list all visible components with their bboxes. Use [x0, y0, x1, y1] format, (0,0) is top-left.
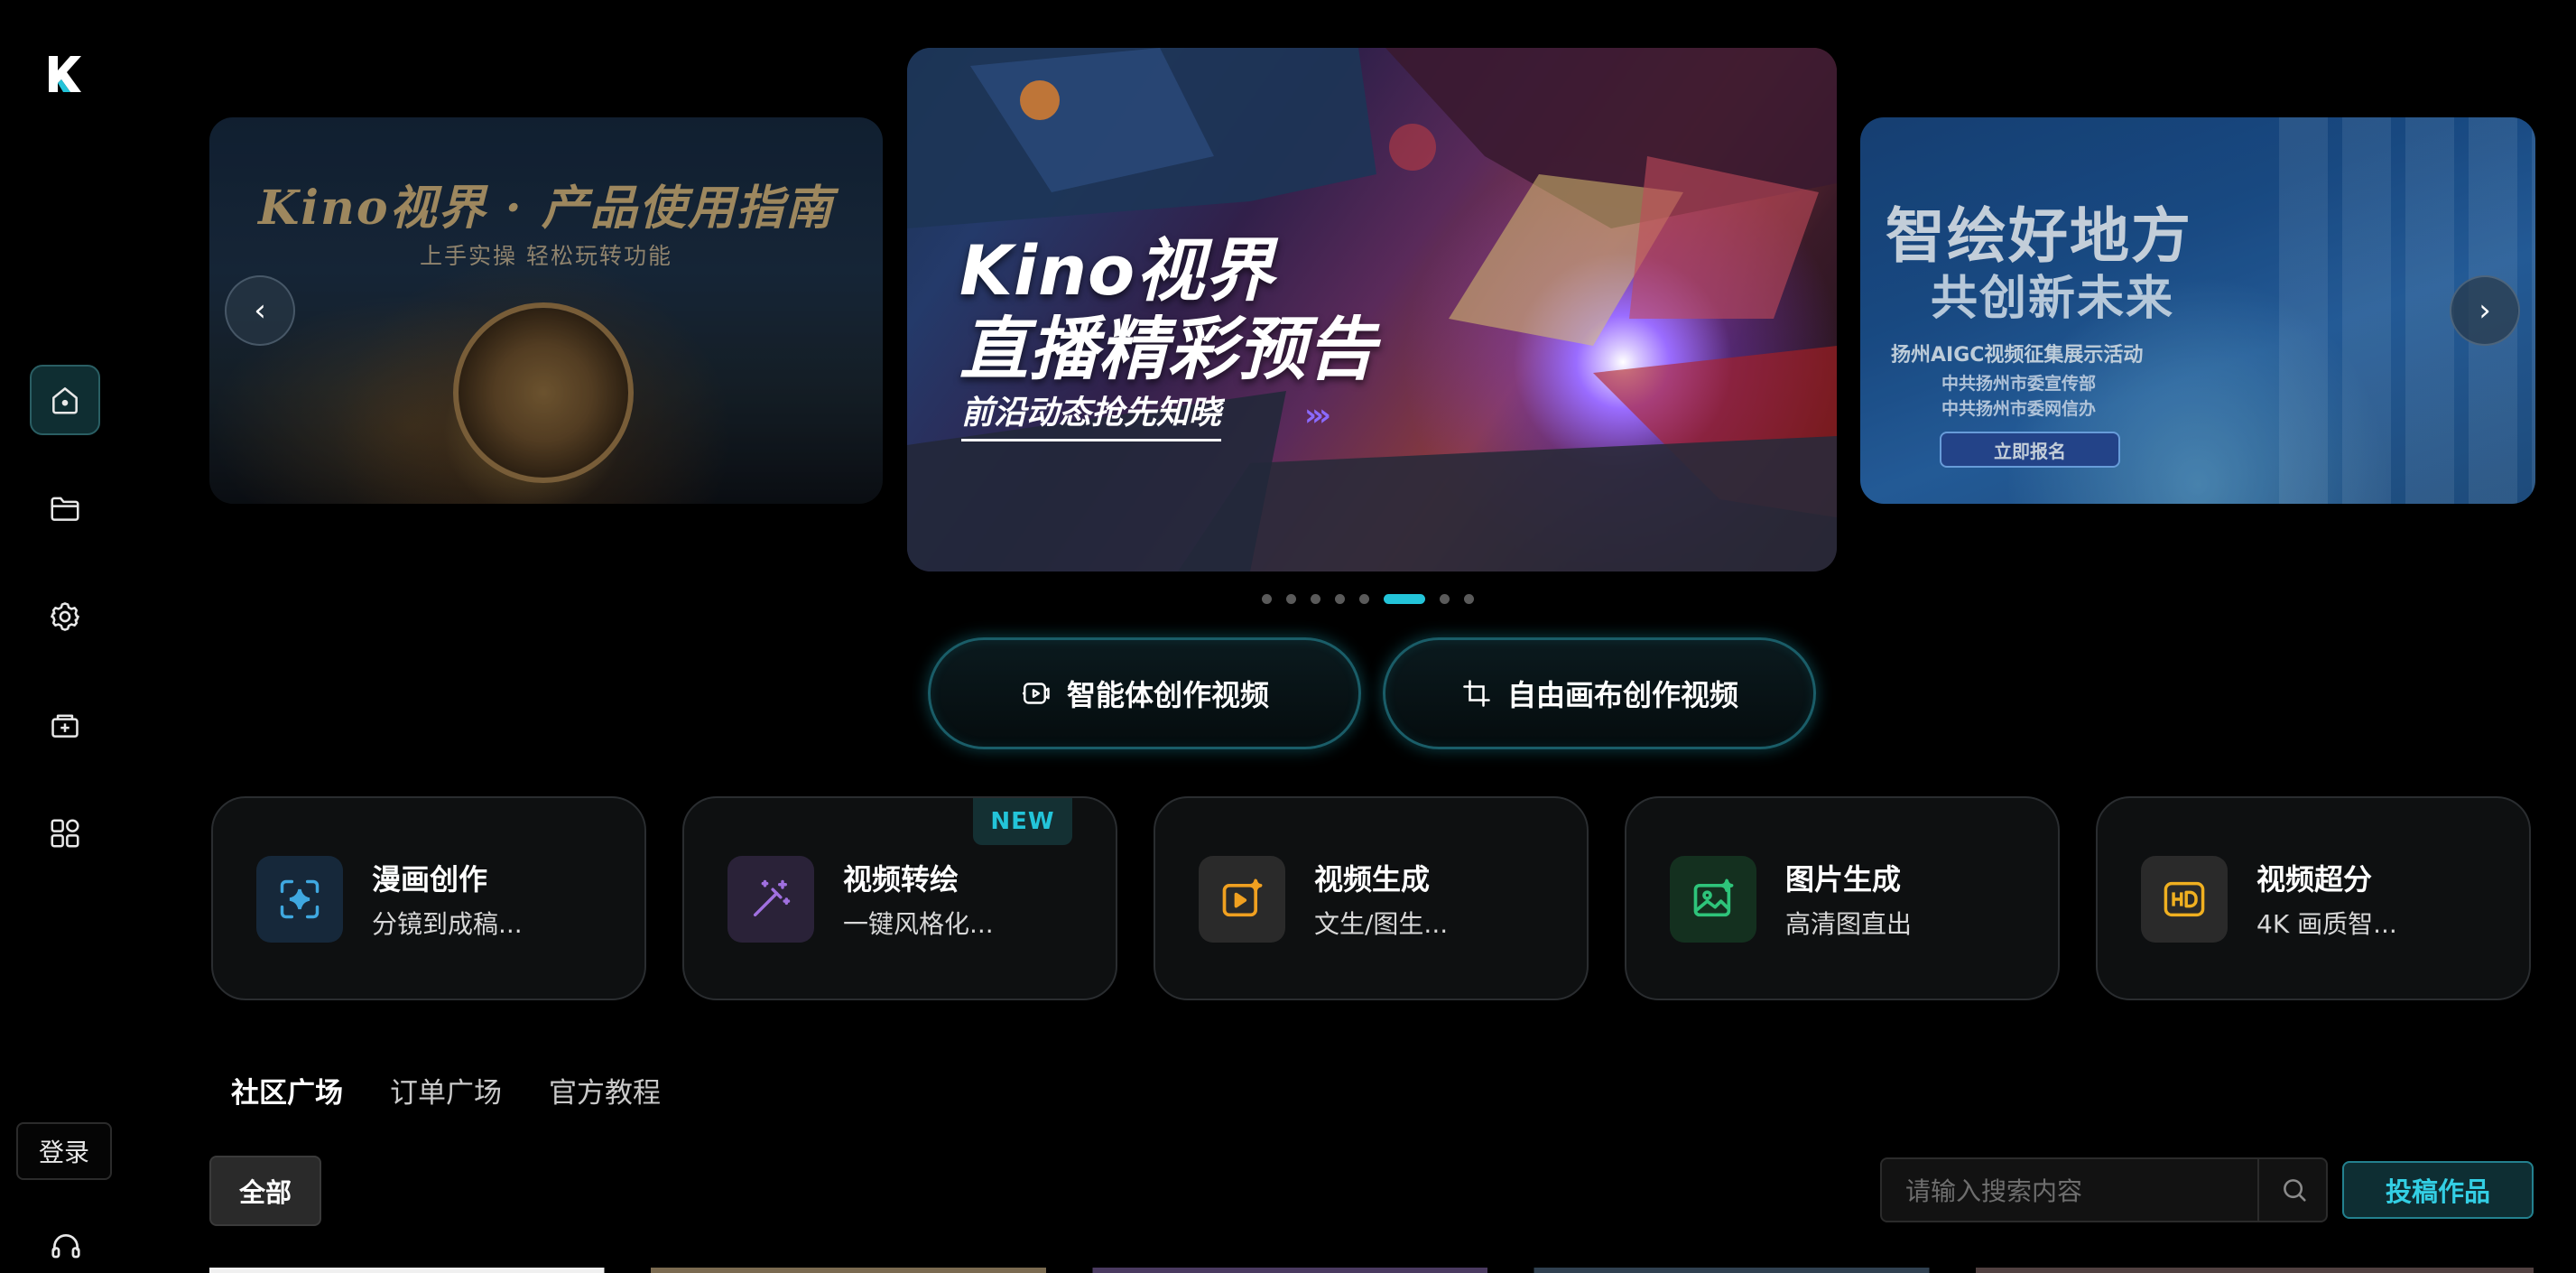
tab-orders[interactable]: 订单广场 — [390, 1070, 502, 1110]
carousel-dot[interactable] — [1464, 594, 1474, 604]
feature-card-image-gen[interactable]: 图片生成 高清图直出 — [1625, 796, 2060, 1000]
agent-create-video-button[interactable]: 智能体创作视频 — [928, 637, 1361, 749]
carousel-dot[interactable] — [1262, 594, 1272, 604]
home-icon — [52, 387, 78, 414]
carousel-next-button[interactable]: › — [2450, 275, 2520, 346]
feature-icon-bg — [1199, 856, 1285, 943]
sidebar-item-home[interactable] — [30, 365, 100, 435]
slide-title-line2: 直播精彩预告 — [959, 309, 1376, 389]
carousel-slide-aigc-event[interactable]: 智绘好地方 共创新未来 扬州AIGC视频征集展示活动 中共扬州市委宣传部 中共扬… — [1860, 117, 2535, 504]
feature-title: 视频转绘 — [843, 862, 959, 897]
hd-icon — [2164, 881, 2205, 917]
tab-tutorials[interactable]: 官方教程 — [549, 1070, 661, 1110]
slide-subtitle: 上手实操 轻松玩转功能 — [420, 243, 672, 269]
slide-subtitle: 前沿动态抢先知晓 — [961, 386, 1222, 441]
sidebar-item-folder[interactable] — [30, 473, 100, 544]
carousel-dot[interactable] — [1359, 594, 1369, 604]
image-icon — [1693, 878, 1734, 917]
feature-card-video-repaint[interactable]: NEW 视频转绘 一键风格化... — [682, 796, 1117, 1000]
chevron-left-icon: ‹ — [254, 293, 266, 329]
feature-icon-bg — [1670, 856, 1756, 943]
search-icon[interactable] — [2279, 1175, 2310, 1205]
feature-icon-bg — [2141, 856, 2228, 943]
carousel-dot[interactable] — [1311, 594, 1320, 604]
carousel-dot[interactable] — [1384, 594, 1425, 604]
video-agent-icon — [1022, 683, 1050, 704]
new-badge: NEW — [973, 798, 1072, 845]
feature-title: 漫画创作 — [372, 862, 488, 897]
filter-all-button[interactable]: 全部 — [209, 1156, 321, 1226]
chevrons-decoration: ››› — [1304, 397, 1331, 433]
chevron-right-icon: › — [2479, 293, 2491, 329]
feature-subtitle: 文生/图生... — [1314, 909, 1449, 939]
content-grid-preview — [209, 1268, 2534, 1273]
canvas-create-video-button[interactable]: 自由画布创作视频 — [1383, 637, 1816, 749]
sidebar-item-settings[interactable] — [30, 581, 100, 652]
folder-icon — [51, 497, 79, 521]
feature-subtitle: 高清图直出 — [1785, 909, 1913, 939]
video-sparkle-icon — [1222, 878, 1263, 917]
carousel-slide-live-preview[interactable]: Kino视界 直播精彩预告 前沿动态抢先知晓 ››› — [907, 48, 1837, 571]
mode-label: 自由画布创作视频 — [1506, 678, 1738, 712]
slide-line2: 中共扬州市委宣传部 — [1941, 374, 2097, 394]
feature-icon-bg — [256, 856, 343, 943]
feature-subtitle: 分镜到成稿... — [372, 909, 523, 939]
kino-logo[interactable] — [43, 52, 87, 96]
headset-support-icon[interactable] — [49, 1230, 83, 1264]
register-button[interactable]: 立即报名 — [1940, 432, 2120, 468]
search-box — [1880, 1157, 2328, 1222]
carousel-prev-button[interactable]: ‹ — [225, 275, 295, 346]
search-input[interactable] — [1904, 1159, 2250, 1222]
magic-wand-icon — [753, 879, 791, 917]
slide-line1: 扬州AIGC视频征集展示活动 — [1891, 344, 2144, 367]
sparkle-frame-icon — [280, 879, 320, 919]
mode-label: 智能体创作视频 — [1066, 678, 1269, 712]
carousel-dot[interactable] — [1335, 594, 1345, 604]
login-button[interactable]: 登录 — [16, 1122, 112, 1180]
carousel-dots — [1262, 594, 1474, 604]
feature-card-video-upscale[interactable]: 视频超分 4K 画质智... — [2096, 796, 2531, 1000]
feature-title: 图片生成 — [1785, 862, 1902, 897]
add-box-icon — [51, 714, 79, 738]
compass-image — [453, 302, 634, 483]
slide-title-line2: 共创新未来 — [1931, 272, 2175, 326]
feature-card-video-gen[interactable]: 视频生成 文生/图生... — [1154, 796, 1589, 1000]
sidebar-item-apps[interactable] — [30, 798, 100, 869]
submit-work-button[interactable]: 投稿作品 — [2342, 1161, 2534, 1219]
apps-grid-icon — [51, 819, 79, 848]
slide-line3: 中共扬州市委网信办 — [1941, 399, 2097, 419]
carousel-dot[interactable] — [1440, 594, 1450, 604]
gear-icon — [51, 602, 79, 631]
feature-subtitle: 一键风格化... — [843, 909, 994, 939]
feature-title: 视频超分 — [2256, 862, 2373, 897]
crop-canvas-icon — [1463, 680, 1490, 707]
tab-community[interactable]: 社区广场 — [231, 1070, 343, 1110]
carousel-slide-guide[interactable]: Kino视界 · 产品使用指南 上手实操 轻松玩转功能 — [209, 117, 883, 504]
sidebar-item-add-box[interactable] — [30, 690, 100, 760]
feature-title: 视频生成 — [1314, 862, 1431, 897]
feature-icon-bg — [727, 856, 814, 943]
carousel-dot[interactable] — [1286, 594, 1296, 604]
feature-subtitle: 4K 画质智... — [2256, 909, 2397, 939]
slide-title: Kino视界 · 产品使用指南 — [258, 181, 834, 236]
feature-card-comic[interactable]: 漫画创作 分镜到成稿... — [211, 796, 646, 1000]
search-divider — [2257, 1159, 2259, 1221]
